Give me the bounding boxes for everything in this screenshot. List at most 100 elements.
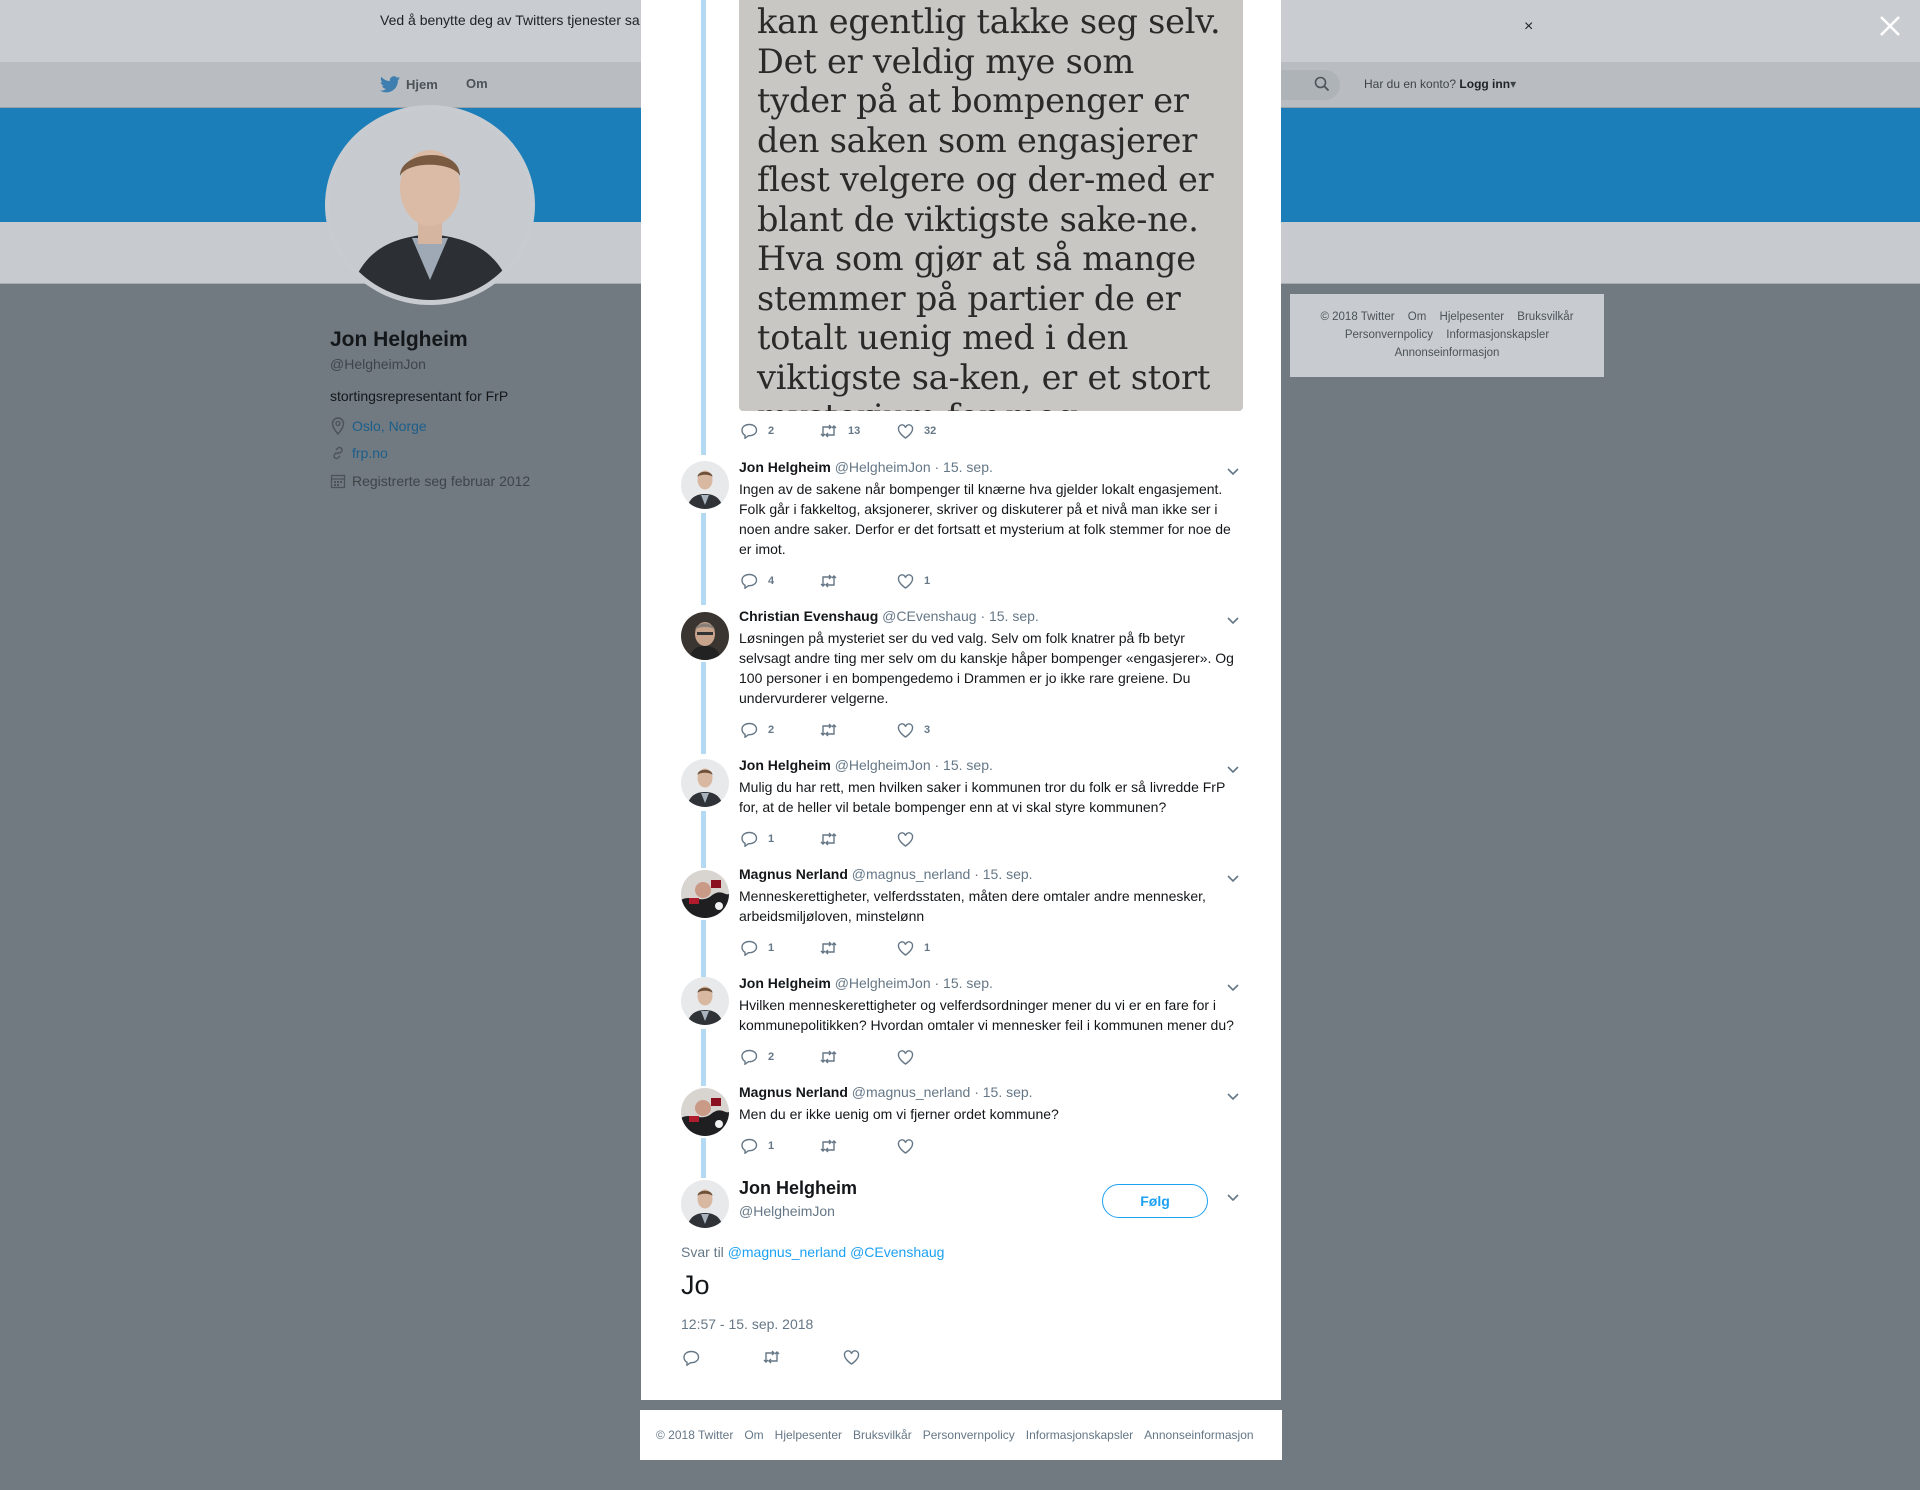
reply-button[interactable]: 4	[741, 573, 819, 589]
author-name[interactable]: Magnus Nerland	[739, 1084, 848, 1100]
thread-line	[701, 1138, 706, 1178]
profile-avatar[interactable]	[325, 105, 535, 305]
main-tweet-timestamp[interactable]: 12:57 - 15. sep. 2018	[681, 1316, 813, 1332]
footer-link-help[interactable]: Hjelpesenter	[775, 1428, 842, 1442]
reply-mentions[interactable]: @magnus_nerland @CEvenshaug	[728, 1244, 945, 1260]
nav-home-label: Hjem	[406, 77, 438, 92]
footer-link-ads-info[interactable]: Annonseinformasjon	[1144, 1428, 1253, 1442]
reply-icon	[741, 1138, 758, 1154]
website-link[interactable]: frp.no	[352, 445, 388, 461]
author-handle[interactable]: @HelgheimJon	[835, 459, 931, 475]
login-link[interactable]: Logg inn	[1459, 77, 1510, 91]
reply-button[interactable]: 2	[741, 1049, 819, 1065]
main-tweet-actions	[683, 1350, 860, 1366]
author-name[interactable]: Jon Helgheim	[739, 459, 831, 475]
heart-icon[interactable]	[843, 1350, 860, 1365]
reply-count: 2	[768, 425, 775, 437]
footer-link-cookies[interactable]: Informasjonskapsler	[1026, 1428, 1133, 1442]
author-avatar[interactable]	[681, 1180, 729, 1228]
tweet-actions: 1	[741, 831, 975, 847]
footer-link-terms[interactable]: Bruksvilkår	[1517, 311, 1573, 323]
location-link[interactable]: Oslo, Norge	[352, 418, 427, 434]
author-avatar[interactable]	[681, 759, 729, 807]
retweet-button[interactable]	[819, 723, 897, 737]
tweet-date[interactable]: · 15. sep.	[935, 459, 993, 475]
footer-link-help[interactable]: Hjelpesenter	[1440, 311, 1505, 323]
twitter-bird-icon	[380, 76, 400, 93]
footer-link-terms[interactable]: Bruksvilkår	[853, 1428, 912, 1442]
author-name[interactable]: Jon Helgheim	[739, 975, 831, 991]
author-handle[interactable]: @magnus_nerland	[852, 1084, 971, 1100]
author-handle[interactable]: @magnus_nerland	[852, 866, 971, 882]
like-button[interactable]: 32	[897, 423, 975, 439]
tweet-date[interactable]: · 15. sep.	[935, 757, 993, 773]
footer-link-about[interactable]: Om	[1408, 311, 1427, 323]
close-icon[interactable]	[1876, 12, 1904, 40]
reply-count: 2	[768, 724, 775, 736]
author-avatar[interactable]	[681, 612, 729, 660]
author-name[interactable]: Magnus Nerland	[739, 866, 848, 882]
like-button[interactable]	[897, 1049, 975, 1065]
author-avatar[interactable]	[681, 977, 729, 1025]
chevron-down-icon[interactable]	[1226, 874, 1240, 884]
main-tweet-author-handle[interactable]: @HelgheimJon	[739, 1203, 835, 1219]
like-button[interactable]: 1	[897, 940, 975, 956]
reply-count: 1	[768, 833, 775, 845]
reply-button[interactable]: 1	[741, 940, 819, 956]
tweet-header: Jon Helgheim @HelgheimJon · 15. sep.	[739, 757, 993, 773]
author-avatar[interactable]	[681, 461, 729, 509]
like-button[interactable]	[897, 831, 975, 847]
cookie-close-button[interactable]: ×	[1524, 18, 1533, 36]
retweet-icon[interactable]	[762, 1350, 781, 1364]
reply-icon[interactable]	[683, 1350, 700, 1366]
retweet-button[interactable]	[819, 832, 897, 846]
main-tweet-author-name[interactable]: Jon Helgheim	[739, 1178, 857, 1199]
nav-about-link[interactable]: Om	[466, 76, 488, 91]
heart-icon	[897, 722, 914, 738]
author-name[interactable]: Jon Helgheim	[739, 757, 831, 773]
nav-home-link[interactable]: Hjem	[380, 76, 438, 93]
retweet-button[interactable]	[819, 574, 897, 588]
reply-button[interactable]: 1	[741, 1138, 819, 1154]
like-button[interactable]	[897, 1138, 975, 1154]
footer-link-about[interactable]: Om	[744, 1428, 763, 1442]
reply-button[interactable]: 2	[741, 722, 819, 738]
like-button[interactable]: 1	[897, 573, 975, 589]
account-menu[interactable]: Har du en konto? Logg inn▾	[1364, 77, 1516, 91]
like-button[interactable]: 3	[897, 722, 975, 738]
tweet-text: Hvilken menneskerettigheter og velferdso…	[739, 997, 1234, 1033]
tweet-date[interactable]: · 15. sep.	[974, 866, 1032, 882]
like-count: 32	[924, 425, 937, 437]
author-avatar[interactable]	[681, 1088, 729, 1136]
retweet-button[interactable]	[819, 1050, 897, 1064]
author-handle[interactable]: @HelgheimJon	[835, 757, 931, 773]
author-avatar[interactable]	[681, 870, 729, 918]
footer-link-ads-info[interactable]: Annonseinformasjon	[1395, 347, 1500, 359]
author-handle[interactable]: @CEvenshaug	[882, 608, 976, 624]
reply-button[interactable]: 2	[741, 423, 819, 439]
footer-link-privacy[interactable]: Personvernpolicy	[923, 1428, 1015, 1442]
tweet-header: Christian Evenshaug @CEvenshaug · 15. se…	[739, 608, 1039, 624]
author-handle[interactable]: @HelgheimJon	[835, 975, 931, 991]
retweet-button[interactable]	[819, 941, 897, 955]
retweet-button[interactable]	[819, 1139, 897, 1153]
footer-link-privacy[interactable]: Personvernpolicy	[1345, 329, 1433, 341]
chevron-down-icon[interactable]	[1226, 1092, 1240, 1102]
tweet-date[interactable]: · 15. sep.	[980, 608, 1038, 624]
reply-button[interactable]: 1	[741, 831, 819, 847]
chevron-down-icon[interactable]	[1226, 616, 1240, 626]
chevron-down-icon[interactable]	[1226, 467, 1240, 477]
follow-button[interactable]: Følg	[1102, 1184, 1208, 1218]
tweet-date[interactable]: · 15. sep.	[935, 975, 993, 991]
search-icon[interactable]	[1314, 76, 1330, 92]
author-name[interactable]: Christian Evenshaug	[739, 608, 878, 624]
chevron-down-icon[interactable]	[1226, 983, 1240, 993]
tweet-photo[interactable]: kan egentlig takke seg selv. Det er veld…	[739, 0, 1243, 411]
tweet-date[interactable]: · 15. sep.	[974, 1084, 1032, 1100]
footer-link-cookies[interactable]: Informasjonskapsler	[1446, 329, 1549, 341]
tweet-actions: 1	[741, 1138, 975, 1154]
chevron-down-icon[interactable]	[1226, 1193, 1240, 1203]
reply-icon	[741, 722, 758, 738]
retweet-button[interactable]: 13	[819, 424, 897, 438]
chevron-down-icon[interactable]	[1226, 765, 1240, 775]
